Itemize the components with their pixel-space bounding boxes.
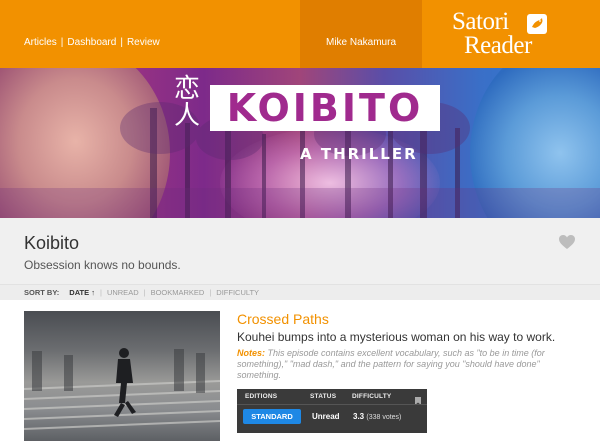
- banner-title-box: KOIBITO: [210, 85, 440, 131]
- episode-difficulty: 3.3 (338 votes): [353, 412, 401, 421]
- top-nav-bar: Articles | Dashboard | Review Mike Nakamura …: [0, 0, 600, 68]
- episode-notes: Notes: This episode contains excellent v…: [237, 348, 582, 381]
- nav-link-dashboard[interactable]: Dashboard: [67, 37, 116, 48]
- episode-description: Kouhei bumps into a mysterious woman on …: [237, 330, 556, 344]
- sort-separator: |: [99, 288, 102, 297]
- sort-label: SORT BY:: [24, 288, 60, 297]
- sort-option-unread[interactable]: UNREAD: [107, 288, 139, 297]
- nav-link-review[interactable]: Review: [127, 37, 160, 48]
- series-header: Koibito Obsession knows no bounds.: [0, 218, 600, 284]
- user-menu[interactable]: Mike Nakamura: [300, 0, 422, 68]
- user-name: Mike Nakamura: [325, 37, 397, 48]
- header-difficulty: DIFFICULTY: [352, 393, 392, 400]
- nav-separator: |: [120, 37, 123, 48]
- logo-text-line2: Reader: [464, 32, 532, 59]
- sort-option-bookmarked[interactable]: BOOKMARKED: [151, 288, 205, 297]
- sort-option-difficulty[interactable]: DIFFICULTY: [216, 288, 259, 297]
- bookmark-icon[interactable]: [415, 392, 421, 405]
- nav-separator: |: [60, 37, 64, 48]
- heart-icon[interactable]: [558, 234, 576, 250]
- banner-subtitle: A THRILLER: [300, 145, 418, 163]
- sort-separator: |: [209, 288, 212, 297]
- series-title: Koibito: [24, 233, 80, 253]
- table-divider: [237, 404, 427, 405]
- notes-label: Notes:: [237, 348, 266, 358]
- nav-link-articles[interactable]: Articles: [24, 37, 57, 48]
- notes-text: This episode contains excellent vocabula…: [237, 348, 545, 380]
- banner-kanji: 恋人: [173, 74, 200, 131]
- nav-links: Articles | Dashboard | Review: [24, 37, 160, 48]
- sort-option-date[interactable]: DATE ↑: [69, 288, 95, 297]
- episode-thumbnail[interactable]: [24, 311, 220, 441]
- series-banner: 恋人 KOIBITO A THRILLER: [0, 68, 600, 218]
- sort-bar: SORT BY: DATE ↑ | UNREAD | BOOKMARKED | DIFFICU…: [0, 284, 600, 300]
- standard-edition-button[interactable]: STANDARD: [243, 409, 301, 424]
- difficulty-votes: (338 votes): [366, 414, 402, 421]
- satori-reader-logo[interactable]: Satori Reader: [452, 8, 562, 60]
- header-status: STATUS: [310, 393, 337, 400]
- thumbnail-scene: [24, 348, 220, 430]
- episode-title[interactable]: Crossed Paths: [237, 311, 329, 327]
- episode-editions-table: EDITIONS STATUS DIFFICULTY STANDARD Unre…: [237, 389, 427, 433]
- sort-options: SORT BY: DATE ↑ | UNREAD | BOOKMARKED | DIFFICU…: [24, 288, 259, 297]
- episode-status: Unread: [312, 412, 340, 421]
- header-editions: EDITIONS: [245, 393, 278, 400]
- series-tagline: Obsession knows no bounds.: [24, 258, 181, 272]
- banner-title: KOIBITO: [226, 86, 424, 130]
- bird-icon: [527, 14, 547, 34]
- difficulty-value: 3.3: [353, 412, 365, 421]
- sort-separator: |: [143, 288, 146, 297]
